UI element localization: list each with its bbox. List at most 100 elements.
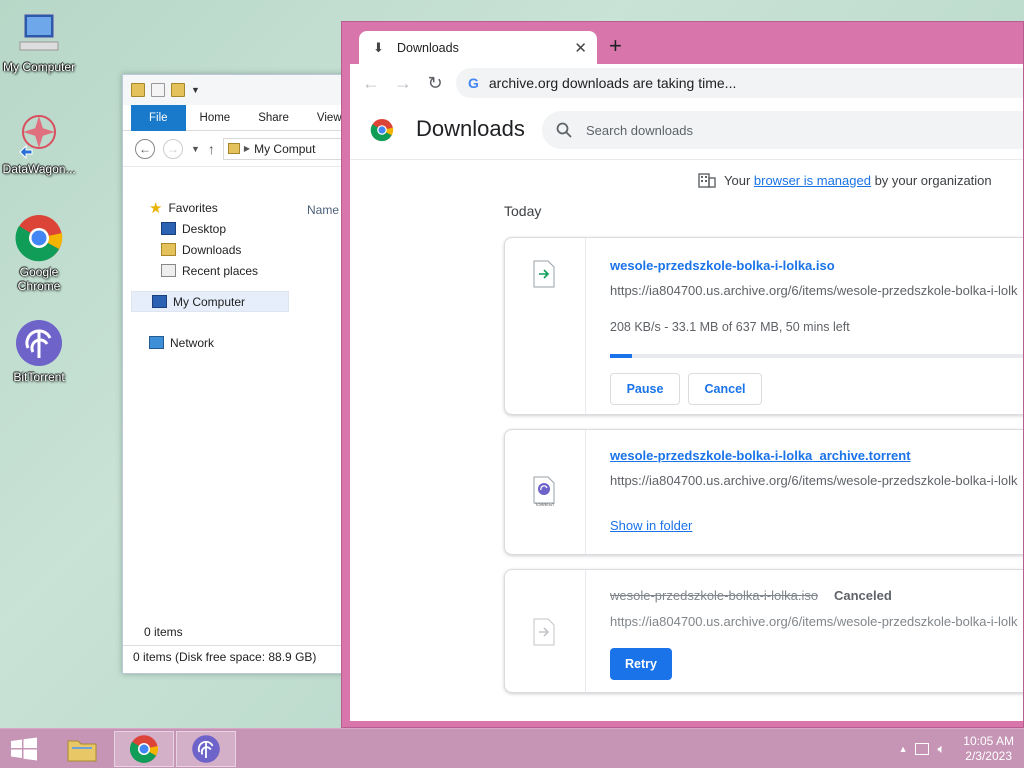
nav-label: Downloads <box>182 242 242 257</box>
item-count: 0 items <box>144 625 183 639</box>
tab-view[interactable]: View <box>303 105 342 131</box>
tab-share[interactable]: Share <box>244 105 303 131</box>
download-item: wesole-przedszkole-bolka-i-lolka.iso Can… <box>504 569 1023 693</box>
desktop-icon-label: BitTorrent <box>13 370 65 384</box>
taskbar-bittorrent[interactable] <box>176 731 236 767</box>
page-header: Downloads Search downloads <box>350 102 1023 160</box>
show-hidden-icons-icon[interactable]: ▲ <box>899 744 908 754</box>
desktop-icon <box>161 222 176 235</box>
explorer-address-bar[interactable]: ▶ My Comput <box>222 137 353 160</box>
close-tab-icon[interactable]: ✕ <box>574 39 587 57</box>
torrent-label: TORRENT <box>535 502 555 507</box>
nav-recent-places[interactable]: Recent places <box>123 260 289 281</box>
folder-icon <box>131 83 145 97</box>
nav-desktop[interactable]: Desktop <box>123 218 289 239</box>
windows-logo-icon <box>11 737 37 761</box>
forward-arrow-icon[interactable]: → <box>392 73 414 94</box>
start-button[interactable] <box>0 731 48 767</box>
tab-downloads[interactable]: ⬇ Downloads ✕ <box>359 31 597 64</box>
recent-locations-icon[interactable]: ▼ <box>191 144 200 154</box>
file-name: wesole-przedszkole-bolka-i-lolka.iso <box>610 588 819 603</box>
file-icon <box>533 618 555 646</box>
clock-date: 2/3/2023 <box>965 749 1012 763</box>
datawagon-icon <box>14 110 64 160</box>
nav-label: Desktop <box>182 221 227 236</box>
desktop-icon-label: My Computer <box>2 60 76 74</box>
nav-label: My Computer <box>173 294 246 309</box>
file-icon-column <box>505 570 586 692</box>
download-item: TORRENT wesole-przedszkole-bolka-i-lolka… <box>504 429 1023 555</box>
file-icon <box>533 260 555 288</box>
status-bar: 0 items (Disk free space: 88.9 GB) <box>123 645 353 667</box>
back-arrow-icon[interactable]: ← <box>360 73 382 94</box>
ribbon-tabs: File Home Share View <box>123 104 353 131</box>
chevron-down-icon[interactable]: ▼ <box>191 85 200 95</box>
back-button[interactable]: ← <box>135 138 155 159</box>
file-name-link[interactable]: wesole-przedszkole-bolka-i-lolka_archive… <box>610 448 911 463</box>
desktop-icon-my-computer[interactable]: My Computer <box>2 8 76 74</box>
star-icon: ★ <box>149 199 163 217</box>
nav-network[interactable]: Network <box>123 332 289 353</box>
torrent-file-icon <box>533 476 555 504</box>
pause-button[interactable]: Pause <box>610 373 680 405</box>
forward-button[interactable]: → <box>163 138 183 159</box>
section-today: Today <box>504 203 542 219</box>
nav-downloads[interactable]: Downloads <box>123 239 289 260</box>
navigation-pane: ★ Favorites Desktop Downloads Recent pla… <box>123 197 289 353</box>
properties-icon[interactable] <box>151 83 165 97</box>
desktop-icon-google-chrome[interactable]: Google Chrome <box>2 213 76 293</box>
new-folder-icon[interactable] <box>171 83 185 97</box>
explorer-address-row: ← → ▼ ↑ ▶ My Comput <box>123 131 353 167</box>
bittorrent-icon <box>14 318 64 368</box>
tab-file[interactable]: File <box>131 104 186 131</box>
browser-managed-link[interactable]: browser is managed <box>754 173 871 188</box>
nav-favorites[interactable]: ★ Favorites <box>123 197 289 218</box>
managed-suffix: by your organization <box>870 172 992 188</box>
file-url[interactable]: https://ia804700.us.archive.org/6/items/… <box>610 283 1018 298</box>
progress-bar <box>610 354 1023 358</box>
managed-prefix: Your <box>724 172 754 188</box>
downloads-page: Downloads Search downloads Your browser … <box>350 102 1023 721</box>
chrome-icon <box>14 213 64 263</box>
clock[interactable]: 10:05 AM 2/3/2023 <box>963 734 1014 764</box>
show-in-folder-link[interactable]: Show in folder <box>610 518 692 533</box>
file-explorer-window: ▼ File Home Share View ← → ▼ ↑ ▶ My Comp… <box>122 74 354 674</box>
system-tray: ▲ 🔈︎ 10:05 AM 2/3/2023 <box>899 729 1024 768</box>
nav-my-computer[interactable]: My Computer <box>131 291 289 312</box>
tab-title: Downloads <box>397 40 459 55</box>
bittorrent-icon <box>192 735 220 763</box>
search-icon <box>556 122 572 138</box>
search-placeholder: Search downloads <box>586 122 693 138</box>
progress-fill <box>610 354 632 358</box>
chrome-icon <box>129 735 159 763</box>
file-name-link[interactable]: wesole-przedszkole-bolka-i-lolka.iso <box>610 258 835 273</box>
file-url[interactable]: https://ia804700.us.archive.org/6/items/… <box>610 473 1018 488</box>
taskbar: ▲ 🔈︎ 10:05 AM 2/3/2023 <box>0 728 1024 768</box>
column-header-name[interactable]: Name <box>307 203 339 217</box>
computer-icon <box>14 8 64 58</box>
address-text: My Comput <box>254 141 316 156</box>
nav-label: Recent places <box>182 263 259 278</box>
taskbar-chrome[interactable] <box>114 731 174 767</box>
computer-icon <box>152 295 167 308</box>
explorer-titlebar: ▼ <box>123 75 353 105</box>
desktop-icon-label: DataWagon... <box>2 162 76 176</box>
search-downloads-input[interactable]: Search downloads <box>542 111 1023 149</box>
volume-icon[interactable]: 🔈︎ <box>937 741 945 757</box>
nav-label: Network <box>170 335 215 350</box>
desktop-icon-datawagon[interactable]: DataWagon... <box>2 110 76 176</box>
reload-icon[interactable]: ↻ <box>424 73 446 94</box>
progress-text: 208 KB/s - 33.1 MB of 637 MB, 50 mins le… <box>610 320 850 334</box>
up-arrow-icon[interactable]: ↑ <box>208 141 215 157</box>
cancel-button[interactable]: Cancel <box>688 373 762 405</box>
taskbar-file-explorer[interactable] <box>52 731 112 767</box>
retry-button[interactable]: Retry <box>610 648 672 680</box>
desktop-icon-bittorrent[interactable]: BitTorrent <box>2 318 76 384</box>
clock-time: 10:05 AM <box>963 734 1014 748</box>
network-icon <box>149 336 164 349</box>
file-url: https://ia804700.us.archive.org/6/items/… <box>610 614 1018 629</box>
new-tab-button[interactable]: + <box>609 33 622 59</box>
omnibox[interactable]: G archive.org downloads are taking time.… <box>456 68 1023 98</box>
network-icon[interactable] <box>915 743 930 755</box>
tab-home[interactable]: Home <box>186 105 245 131</box>
